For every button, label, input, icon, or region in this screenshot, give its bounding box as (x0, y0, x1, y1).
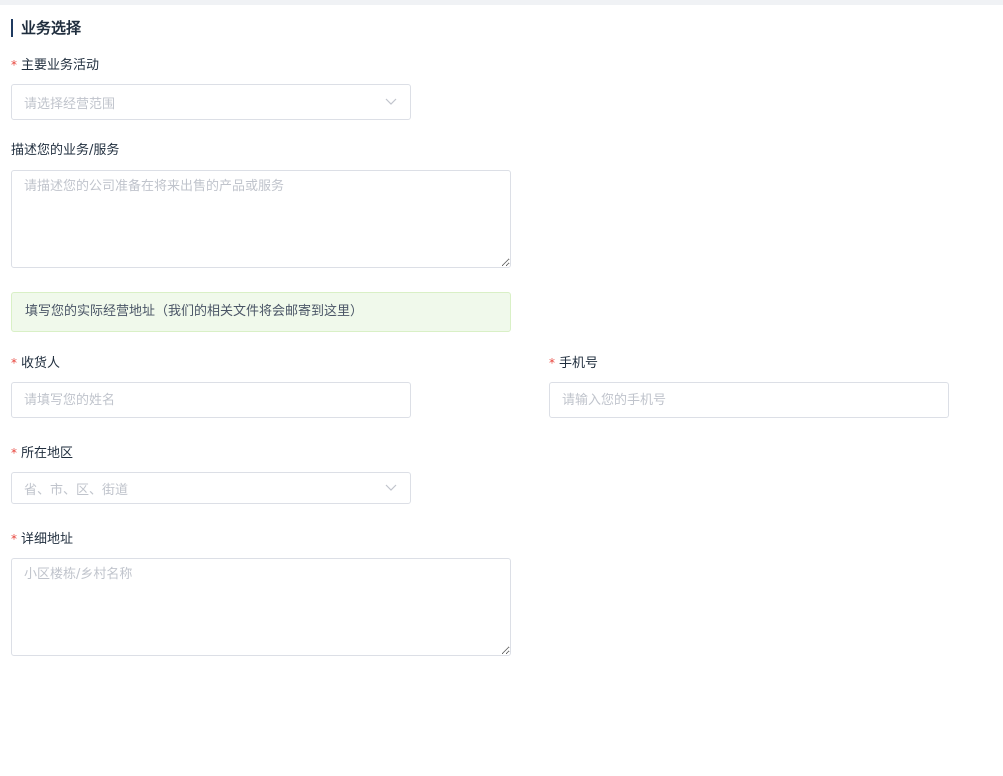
region-label: * 所在地区 (11, 444, 73, 463)
top-strip (0, 0, 1003, 5)
receiver-input[interactable] (24, 383, 398, 417)
business-label: * 主要业务活动 (11, 56, 99, 75)
required-marker: * (11, 446, 17, 460)
receiver-field[interactable] (11, 382, 411, 418)
chevron-down-icon (384, 95, 398, 109)
phone-input[interactable] (562, 383, 936, 417)
chevron-down-icon (384, 481, 398, 495)
business-label-text: 主要业务活动 (21, 58, 100, 73)
phone-field[interactable] (549, 382, 949, 418)
required-marker: * (11, 58, 17, 72)
address-textarea[interactable] (11, 558, 511, 656)
address-notice: 填写您的实际经营地址（我们的相关文件将会邮寄到这里） (11, 292, 511, 332)
receiver-label-text: 收货人 (21, 356, 61, 371)
section-title: 业务选择 (11, 19, 81, 37)
phone-label-text: 手机号 (559, 356, 599, 371)
business-select-placeholder: 请选择经营范围 (24, 96, 116, 112)
required-marker: * (549, 356, 555, 370)
phone-label: * 手机号 (549, 354, 598, 373)
receiver-label: * 收货人 (11, 354, 60, 373)
required-marker: * (11, 356, 17, 370)
address-label: * 详细地址 (11, 530, 73, 549)
region-label-text: 所在地区 (21, 446, 74, 461)
business-select[interactable]: 请选择经营范围 (11, 84, 411, 120)
region-select-placeholder: 省、市、区、街道 (24, 482, 129, 498)
description-textarea[interactable] (11, 170, 511, 268)
required-marker: * (11, 532, 17, 546)
description-label: 描述您的业务/服务 (11, 143, 120, 158)
address-label-text: 详细地址 (21, 532, 74, 547)
region-select[interactable]: 省、市、区、街道 (11, 472, 411, 504)
